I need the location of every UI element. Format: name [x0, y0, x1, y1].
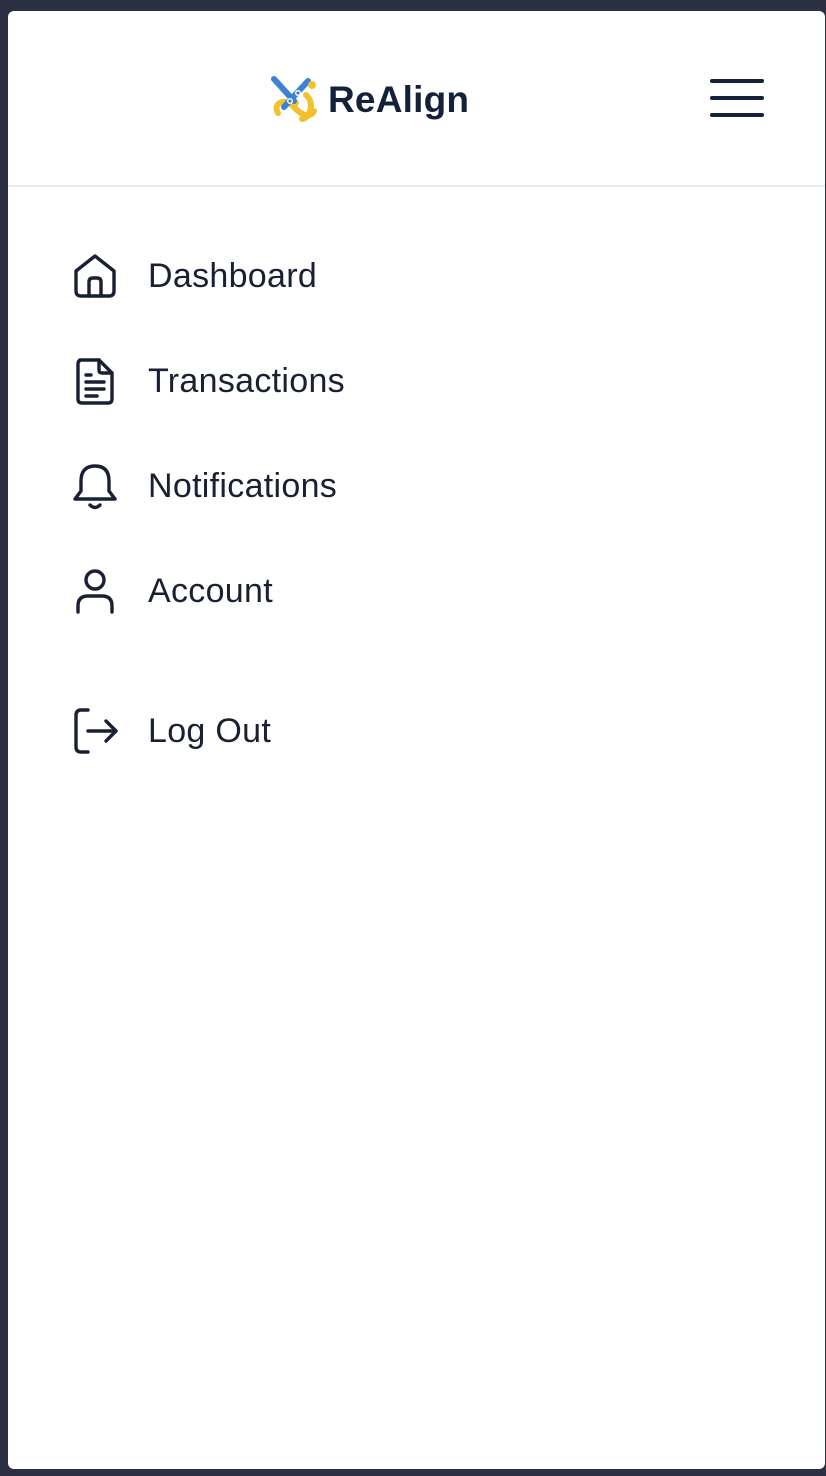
hamburger-menu-icon [710, 79, 764, 117]
home-icon [68, 249, 122, 303]
mobile-frame: ReAlign Dashboard Transactions Notificat… [8, 11, 825, 1469]
menu-toggle-button[interactable] [708, 73, 766, 123]
nav-label: Notifications [148, 467, 338, 505]
nav-item-dashboard[interactable]: Dashboard [68, 246, 568, 306]
nav-item-transactions[interactable]: Transactions [68, 351, 568, 411]
brand-logo[interactable]: ReAlign [268, 73, 469, 125]
bell-icon [68, 459, 122, 513]
nav-item-notifications[interactable]: Notifications [68, 456, 568, 516]
nav-label: Dashboard [148, 257, 318, 295]
nav-item-logout[interactable]: Log Out [68, 701, 568, 761]
user-icon [68, 564, 122, 618]
nav-label: Log Out [148, 712, 272, 750]
nav-label: Account [148, 572, 273, 610]
app-header: ReAlign [8, 11, 825, 187]
nav-item-account[interactable]: Account [68, 561, 568, 621]
logout-icon [68, 704, 122, 758]
realign-logo-icon [271, 76, 317, 122]
brand-name: ReAlign [328, 78, 470, 120]
nav-label: Transactions [148, 362, 345, 400]
document-icon [68, 354, 122, 408]
